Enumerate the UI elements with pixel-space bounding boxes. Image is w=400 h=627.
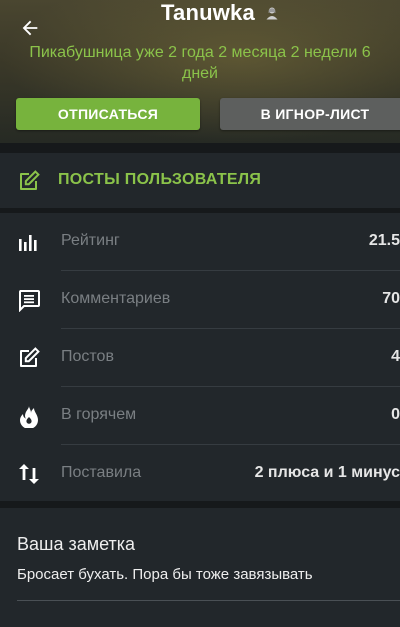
stat-value: 0 xyxy=(391,406,400,423)
stat-row-hot: В горячем 0 xyxy=(0,387,400,445)
stat-label: Постов xyxy=(61,348,114,365)
stat-label: Рейтинг xyxy=(61,232,120,249)
stats-panel: Рейтинг 21.5 Комментариев 70 Постов 4 В … xyxy=(0,213,400,501)
edit-square-icon xyxy=(20,347,40,367)
stat-label: В горячем xyxy=(61,406,137,423)
membership-duration: Пикабушница уже 2 года 2 месяца 2 недели… xyxy=(29,44,371,82)
stat-value: 21.5 xyxy=(368,232,400,249)
note-underline xyxy=(17,600,400,601)
edit-square-icon xyxy=(20,170,40,190)
stat-value: 2 плюса и 1 минус xyxy=(254,464,400,481)
profile-username: Tanuwka xyxy=(161,0,255,25)
unsubscribe-button[interactable]: ОТПИСАТЬСЯ xyxy=(16,98,200,130)
user-posts-label: ПОСТЫ ПОЛЬЗОВАТЕЛЯ xyxy=(58,171,262,188)
stat-row-votes: Поставила 2 плюса и 1 минус xyxy=(0,445,400,503)
stat-value: 70 xyxy=(382,290,400,307)
stat-label: Поставила xyxy=(61,464,142,481)
comment-icon xyxy=(19,290,40,312)
stat-row-posts: Постов 4 xyxy=(0,329,400,387)
user-posts-link[interactable]: ПОСТЫ ПОЛЬЗОВАТЕЛЯ xyxy=(0,153,400,208)
bar-chart-icon xyxy=(19,235,37,251)
stat-label: Комментариев xyxy=(61,290,171,307)
profile-header: Tanuwka Пикабушница уже 2 года 2 месяца … xyxy=(0,0,400,143)
female-user-icon xyxy=(266,7,278,20)
ignore-list-button[interactable]: В ИГНОР-ЛИСТ xyxy=(220,98,400,130)
note-title: Ваша заметка xyxy=(17,534,136,554)
back-button[interactable] xyxy=(12,12,48,44)
user-note-panel: Ваша заметка Бросает бухать. Пора бы тож… xyxy=(0,508,400,627)
note-text-field[interactable]: Бросает бухать. Пора бы тоже завязывать xyxy=(17,566,313,583)
fire-icon xyxy=(20,406,38,428)
stat-row-rating: Рейтинг 21.5 xyxy=(0,213,400,271)
stat-value: 4 xyxy=(391,348,400,365)
sort-arrows-icon xyxy=(19,464,39,484)
arrow-left-icon xyxy=(22,20,38,36)
stat-row-comments: Комментариев 70 xyxy=(0,271,400,329)
